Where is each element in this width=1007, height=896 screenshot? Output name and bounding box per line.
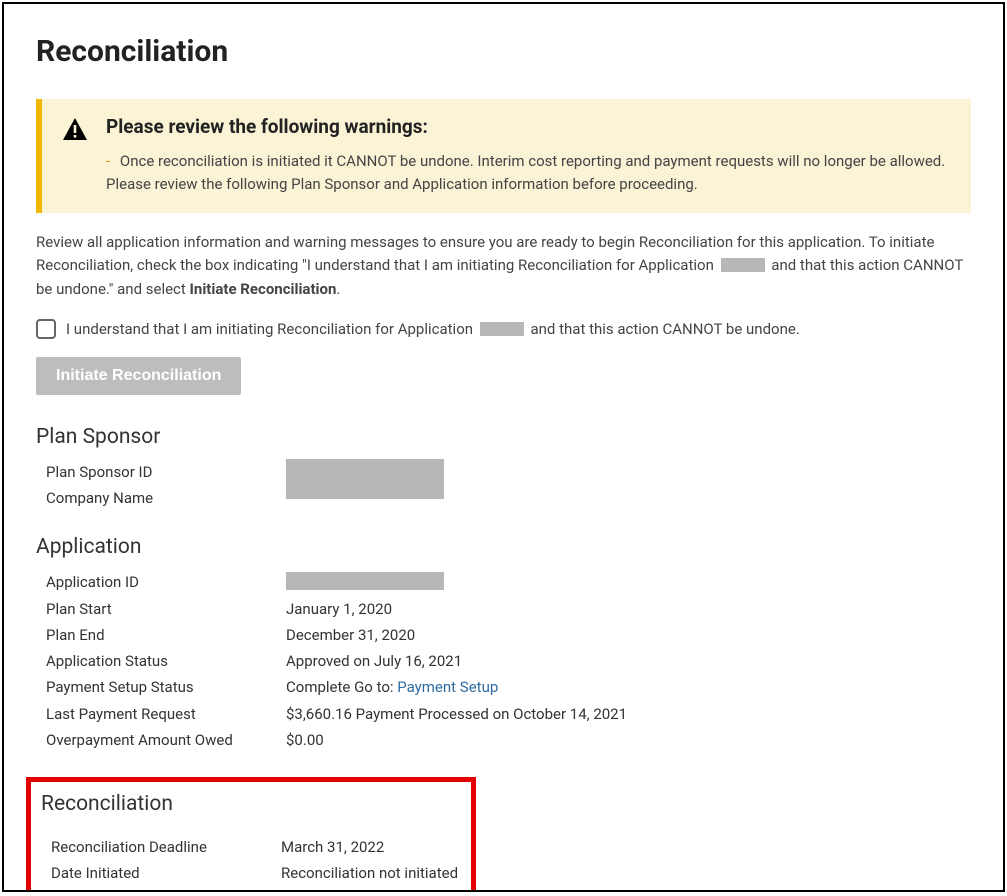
payment-setup-label: Payment Setup Status	[36, 676, 286, 699]
redacted-app-id	[721, 258, 765, 272]
info-row: Plan Sponsor ID	[36, 461, 971, 484]
overpayment-value: $0.00	[286, 729, 971, 752]
warning-message: - Once reconciliation is initiated it CA…	[106, 150, 951, 195]
plan-end-value: December 31, 2020	[286, 624, 971, 647]
info-row: Overpayment Amount Owed $0.00	[36, 729, 971, 752]
plan-start-label: Plan Start	[36, 598, 286, 621]
plan-sponsor-id-label: Plan Sponsor ID	[36, 461, 286, 484]
reconciliation-deadline-value: March 31, 2022	[281, 836, 466, 859]
info-row: Application ID	[36, 571, 971, 594]
info-row: Plan End December 31, 2020	[36, 624, 971, 647]
confirm-row: I understand that I am initiating Reconc…	[36, 319, 971, 339]
redacted-value	[286, 572, 444, 590]
confirm-label: I understand that I am initiating Reconc…	[66, 320, 800, 338]
plan-start-value: January 1, 2020	[286, 598, 971, 621]
info-row: Date Initiated Reconciliation not initia…	[31, 862, 466, 885]
application-status-value: Approved on July 16, 2021	[286, 650, 971, 673]
plan-sponsor-heading: Plan Sponsor	[36, 425, 971, 449]
application-section: Application Application ID Plan Start Ja…	[36, 535, 971, 752]
last-payment-label: Last Payment Request	[36, 703, 286, 726]
payment-setup-link[interactable]: Payment Setup	[397, 678, 498, 696]
page-title: Reconciliation	[36, 34, 971, 69]
company-name-label: Company Name	[36, 487, 286, 510]
info-row: Reconciliation Deadline March 31, 2022	[31, 836, 466, 859]
payment-setup-value: Complete Go to: Payment Setup	[286, 676, 971, 699]
warning-triangle-icon	[62, 117, 88, 145]
reconciliation-highlight-box: Reconciliation Reconciliation Deadline M…	[26, 777, 476, 892]
redacted-block	[286, 459, 444, 499]
bullet-icon: -	[106, 152, 110, 170]
initiated-by-value: N/A	[281, 889, 466, 893]
info-row: Plan Start January 1, 2020	[36, 598, 971, 621]
date-initiated-label: Date Initiated	[31, 862, 281, 885]
application-id-label: Application ID	[36, 571, 286, 594]
info-row: Payment Setup Status Complete Go to: Pay…	[36, 676, 971, 699]
application-status-label: Application Status	[36, 650, 286, 673]
info-row: Initiated By N/A	[31, 889, 466, 893]
last-payment-value: $3,660.16 Payment Processed on October 1…	[286, 703, 971, 726]
initiate-reconciliation-button[interactable]: Initiate Reconciliation	[36, 357, 241, 395]
application-heading: Application	[36, 535, 971, 559]
redacted-app-id	[480, 322, 524, 336]
reconciliation-heading: Reconciliation	[41, 792, 466, 816]
info-row: Last Payment Request $3,660.16 Payment P…	[36, 703, 971, 726]
confirm-checkbox[interactable]	[36, 319, 56, 339]
instruction-text: Review all application information and w…	[36, 231, 971, 301]
warning-alert: Please review the following warnings: - …	[36, 99, 971, 213]
warning-heading: Please review the following warnings:	[106, 115, 951, 138]
date-initiated-value: Reconciliation not initiated	[281, 862, 466, 885]
plan-end-label: Plan End	[36, 624, 286, 647]
plan-sponsor-section: Plan Sponsor Plan Sponsor ID Company Nam…	[36, 425, 971, 511]
info-row: Application Status Approved on July 16, …	[36, 650, 971, 673]
info-row: Company Name	[36, 487, 971, 510]
reconciliation-deadline-label: Reconciliation Deadline	[31, 836, 281, 859]
initiated-by-label: Initiated By	[31, 889, 281, 893]
overpayment-label: Overpayment Amount Owed	[36, 729, 286, 752]
